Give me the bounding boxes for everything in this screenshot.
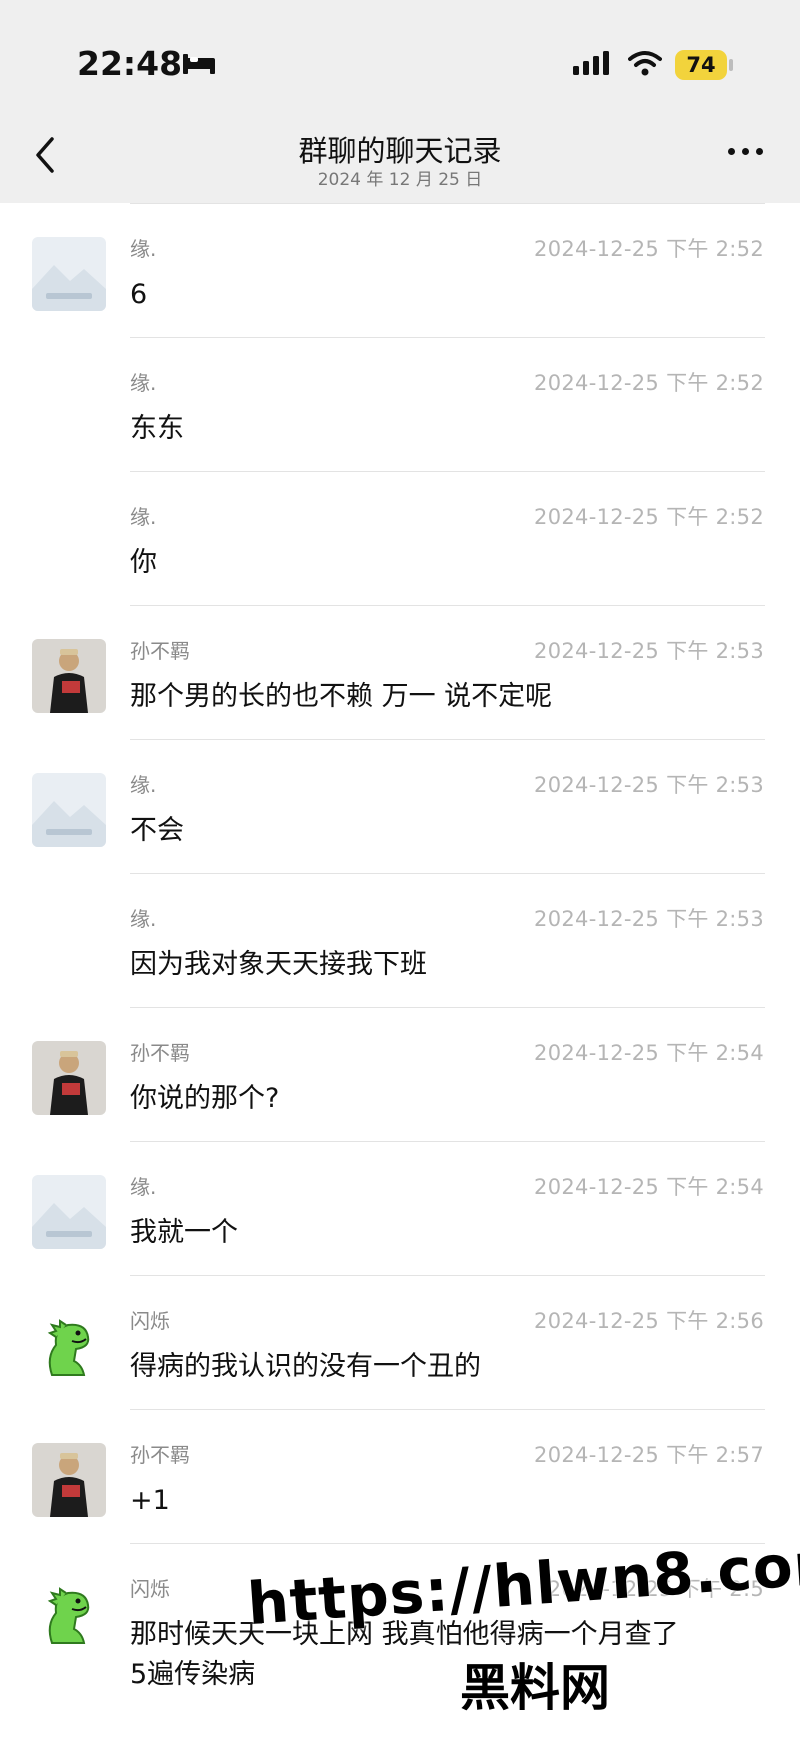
more-options-icon[interactable] bbox=[726, 146, 766, 158]
sender-name: 孙不羁 bbox=[130, 1041, 190, 1065]
message-divider bbox=[130, 203, 765, 204]
sender-name: 闪烁 bbox=[130, 1577, 170, 1601]
chat-message-row[interactable]: 孙不羁 2024-12-25 下午 2:54 你说的那个? bbox=[0, 1007, 800, 1141]
placeholder-avatar[interactable] bbox=[32, 773, 106, 847]
message-text: 那个男的长的也不赖 万一 说不定呢 bbox=[130, 681, 553, 712]
sender-name: 缘. bbox=[130, 1175, 157, 1199]
sender-name: 缘. bbox=[130, 505, 157, 529]
sender-name: 缘. bbox=[130, 907, 157, 931]
message-timestamp: 2024-12-25 下午 2:54 bbox=[534, 1175, 764, 1199]
message-text: 因为我对象天天接我下班 bbox=[130, 949, 427, 980]
message-timestamp: 2024-12-25 下午 2:53 bbox=[534, 773, 764, 797]
chat-message-row[interactable]: 缘. 2024-12-25 下午 2:52 6 bbox=[0, 203, 800, 337]
message-text: +1 bbox=[130, 1485, 170, 1516]
message-text: 得病的我认识的没有一个丑的 bbox=[130, 1351, 481, 1382]
message-divider bbox=[130, 1141, 765, 1142]
chat-message-row[interactable]: 孙不羁 2024-12-25 下午 2:53 那个男的长的也不赖 万一 说不定呢 bbox=[0, 605, 800, 739]
message-divider bbox=[130, 337, 765, 338]
message-divider bbox=[130, 1409, 765, 1410]
chat-record-list[interactable]: 缘. 2024-12-25 下午 2:52 6 缘. 2024-12-25 下午 2:5… bbox=[0, 203, 800, 1741]
chat-message-row[interactable]: 缘. 2024-12-25 下午 2:52 你 bbox=[0, 471, 800, 605]
message-timestamp: 2024-12-25 下午 2:53 bbox=[534, 907, 764, 931]
page-subtitle-date: 2024 年 12 月 25 日 bbox=[317, 170, 483, 190]
chat-message-row[interactable]: 孙不羁 2024-12-25 下午 2:57 +1 bbox=[0, 1409, 800, 1543]
battery-level: 74 bbox=[675, 50, 727, 80]
chat-message-row[interactable]: 缘. 2024-12-25 下午 2:54 我就一个 bbox=[0, 1141, 800, 1275]
chat-message-row[interactable]: 缘. 2024-12-25 下午 2:53 不会 bbox=[0, 739, 800, 873]
sender-name: 缘. bbox=[130, 773, 157, 797]
message-text: 那时候天天一块上网 我真怕他得病一个月查了 5遍传染病 bbox=[130, 1619, 679, 1690]
status-time: 22:48 bbox=[77, 44, 183, 83]
sender-name: 缘. bbox=[130, 237, 157, 261]
message-timestamp: 2024-12-25 下午 2:56 bbox=[534, 1309, 764, 1333]
sender-name: 缘. bbox=[130, 371, 157, 395]
message-text: 不会 bbox=[130, 815, 184, 846]
placeholder-avatar[interactable] bbox=[32, 1175, 106, 1249]
message-text: 东东 bbox=[130, 413, 184, 444]
message-text: 你 bbox=[130, 547, 157, 578]
message-timestamp: 2024-12-25 下午 2:53 bbox=[534, 639, 764, 663]
message-divider bbox=[130, 1007, 765, 1008]
message-timestamp: 2024-12-25 下午 2:54 bbox=[534, 1041, 764, 1065]
message-text: 你说的那个? bbox=[130, 1083, 280, 1114]
message-timestamp: 2024-12-25 下午 2:5 bbox=[547, 1577, 764, 1601]
photo-avatar[interactable] bbox=[32, 1041, 106, 1115]
cellular-signal-icon bbox=[573, 51, 609, 75]
photo-avatar[interactable] bbox=[32, 1443, 106, 1517]
message-timestamp: 2024-12-25 下午 2:52 bbox=[534, 237, 764, 261]
message-text: 我就一个 bbox=[130, 1217, 238, 1248]
chat-message-row[interactable]: 缘. 2024-12-25 下午 2:53 因为我对象天天接我下班 bbox=[0, 873, 800, 1007]
chat-message-row[interactable]: 闪烁 2024-12-25 下午 2:5 那时候天天一块上网 我真怕他得病一个月查了… bbox=[0, 1543, 800, 1690]
battery-tip bbox=[729, 59, 733, 71]
photo-avatar[interactable] bbox=[32, 639, 106, 713]
sleep-focus-icon bbox=[183, 54, 215, 74]
sender-name: 闪烁 bbox=[130, 1309, 170, 1333]
message-text: 6 bbox=[130, 279, 148, 310]
dinosaur-avatar[interactable] bbox=[32, 1309, 106, 1383]
chat-message-row[interactable]: 缘. 2024-12-25 下午 2:52 东东 bbox=[0, 337, 800, 471]
top-bar: 22:48 74 群聊的聊天记录 2024 年 12 月 25 日 bbox=[0, 0, 800, 203]
message-divider bbox=[130, 471, 765, 472]
message-divider bbox=[130, 1275, 765, 1276]
sender-name: 孙不羁 bbox=[130, 639, 190, 663]
message-timestamp: 2024-12-25 下午 2:52 bbox=[534, 505, 764, 529]
dinosaur-avatar[interactable] bbox=[32, 1577, 106, 1651]
message-timestamp: 2024-12-25 下午 2:57 bbox=[534, 1443, 764, 1467]
message-divider bbox=[130, 739, 765, 740]
message-divider bbox=[130, 1543, 765, 1544]
chat-message-row[interactable]: 闪烁 2024-12-25 下午 2:56 得病的我认识的没有一个丑的 bbox=[0, 1275, 800, 1409]
sender-name: 孙不羁 bbox=[130, 1443, 190, 1467]
placeholder-avatar[interactable] bbox=[32, 237, 106, 311]
wifi-icon bbox=[628, 51, 662, 76]
message-timestamp: 2024-12-25 下午 2:52 bbox=[534, 371, 764, 395]
message-divider bbox=[130, 873, 765, 874]
message-divider bbox=[130, 605, 765, 606]
page-title: 群聊的聊天记录 bbox=[298, 134, 502, 168]
